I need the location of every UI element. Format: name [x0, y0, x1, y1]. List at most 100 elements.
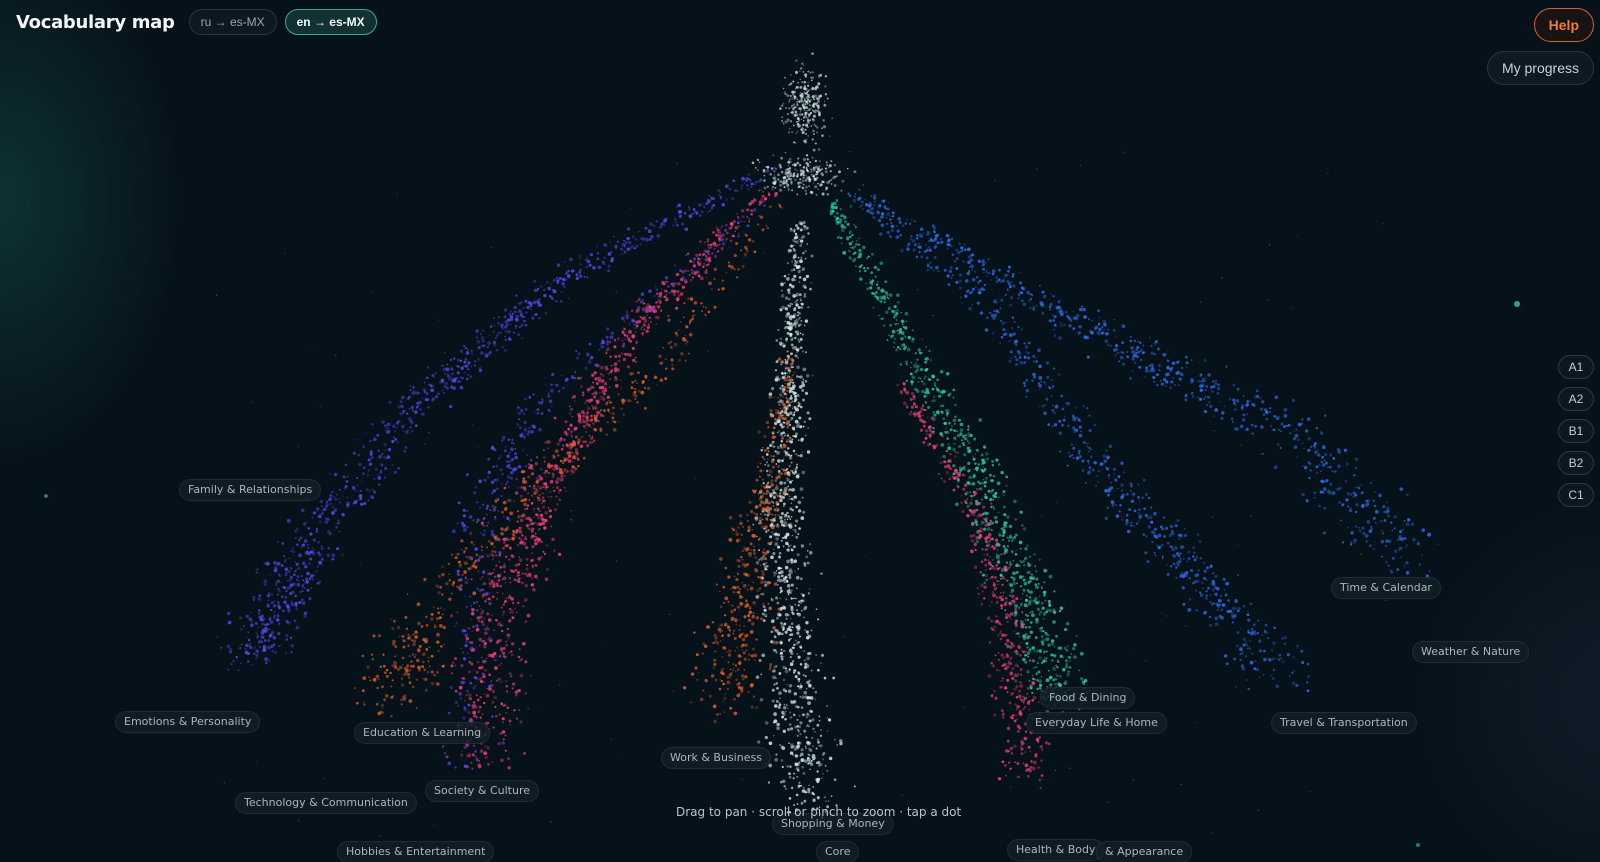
word-dot[interactable]: [450, 664, 454, 668]
word-dot[interactable]: [570, 430, 573, 433]
word-dot[interactable]: [460, 753, 464, 757]
word-dot[interactable]: [536, 456, 539, 459]
word-dot[interactable]: [534, 532, 537, 535]
word-dot[interactable]: [605, 342, 609, 346]
word-dot[interactable]: [303, 600, 305, 603]
word-dot[interactable]: [452, 529, 456, 534]
word-dot[interactable]: [808, 683, 812, 688]
word-dot[interactable]: [414, 424, 418, 428]
word-dot[interactable]: [600, 409, 602, 412]
word-dot[interactable]: [789, 765, 792, 768]
word-dot[interactable]: [459, 359, 463, 363]
word-dot[interactable]: [308, 577, 311, 581]
word-dot[interactable]: [723, 711, 726, 714]
word-dot[interactable]: [770, 205, 773, 208]
word-dot[interactable]: [899, 348, 902, 351]
word-dot[interactable]: [312, 538, 316, 542]
word-dot[interactable]: [721, 225, 723, 227]
word-dot[interactable]: [789, 507, 793, 511]
word-dot[interactable]: [680, 278, 683, 281]
word-dot[interactable]: [809, 696, 814, 700]
word-dot[interactable]: [408, 408, 411, 410]
word-dot[interactable]: [276, 618, 280, 622]
word-dot[interactable]: [630, 400, 632, 403]
word-dot[interactable]: [505, 684, 509, 688]
word-dot[interactable]: [826, 97, 829, 100]
word-dot[interactable]: [547, 507, 550, 509]
word-dot[interactable]: [421, 397, 424, 399]
word-dot[interactable]: [991, 479, 994, 482]
word-dot[interactable]: [1043, 568, 1048, 573]
word-dot[interactable]: [705, 306, 708, 309]
word-dot[interactable]: [788, 404, 792, 407]
word-dot[interactable]: [805, 92, 808, 95]
word-dot[interactable]: [623, 352, 627, 355]
word-dot[interactable]: [439, 585, 442, 589]
word-dot[interactable]: [667, 314, 670, 317]
word-dot[interactable]: [378, 454, 382, 459]
word-dot[interactable]: [783, 481, 787, 485]
word-dot[interactable]: [491, 554, 495, 558]
word-dot[interactable]: [969, 501, 973, 506]
word-dot[interactable]: [774, 596, 779, 600]
word-dot[interactable]: [734, 664, 737, 667]
word-dot[interactable]: [647, 229, 652, 234]
word-dot[interactable]: [407, 672, 411, 676]
word-dot[interactable]: [753, 490, 756, 494]
word-dot[interactable]: [782, 545, 785, 548]
word-dot[interactable]: [635, 244, 639, 248]
word-dot[interactable]: [623, 250, 627, 254]
word-dot[interactable]: [773, 508, 777, 512]
word-dot[interactable]: [737, 234, 740, 238]
word-dot[interactable]: [777, 178, 780, 181]
word-dot[interactable]: [536, 287, 540, 291]
word-dot[interactable]: [383, 442, 387, 447]
word-dot[interactable]: [889, 323, 893, 327]
word-dot[interactable]: [667, 318, 671, 322]
word-dot[interactable]: [274, 584, 278, 587]
word-dot[interactable]: [744, 548, 749, 552]
word-dot[interactable]: [267, 599, 269, 601]
word-dot[interactable]: [433, 625, 437, 629]
word-dot[interactable]: [505, 640, 508, 643]
word-dot[interactable]: [573, 457, 577, 460]
word-dot[interactable]: [639, 316, 642, 319]
word-dot[interactable]: [265, 631, 268, 633]
word-dot[interactable]: [538, 510, 541, 513]
word-dot[interactable]: [477, 710, 481, 714]
word-dot[interactable]: [816, 770, 819, 773]
word-dot[interactable]: [794, 407, 797, 410]
word-dot[interactable]: [482, 503, 485, 506]
word-dot[interactable]: [775, 537, 779, 541]
word-dot[interactable]: [586, 276, 589, 279]
word-dot[interactable]: [777, 430, 780, 433]
word-dot[interactable]: [786, 398, 791, 402]
word-dot[interactable]: [804, 391, 809, 396]
word-dot[interactable]: [691, 317, 695, 321]
word-dot[interactable]: [301, 561, 306, 566]
word-dot[interactable]: [778, 691, 782, 695]
word-dot[interactable]: [776, 601, 780, 605]
word-dot[interactable]: [780, 440, 784, 443]
word-dot[interactable]: [541, 505, 546, 509]
word-dot[interactable]: [535, 313, 538, 316]
word-dot[interactable]: [799, 332, 802, 335]
word-dot[interactable]: [538, 522, 542, 526]
word-dot[interactable]: [811, 791, 815, 795]
word-dot[interactable]: [370, 653, 374, 656]
word-dot[interactable]: [653, 295, 656, 297]
word-dot[interactable]: [501, 717, 505, 721]
word-dot[interactable]: [545, 475, 547, 478]
word-dot[interactable]: [799, 754, 802, 757]
word-dot[interactable]: [793, 274, 797, 278]
word-dot[interactable]: [540, 540, 543, 544]
word-dot[interactable]: [381, 452, 384, 455]
word-dot[interactable]: [655, 323, 658, 325]
word-dot[interactable]: [268, 574, 271, 576]
word-dot[interactable]: [799, 337, 803, 341]
word-dot[interactable]: [1048, 675, 1053, 680]
word-dot[interactable]: [712, 230, 715, 234]
word-dot[interactable]: [478, 605, 481, 607]
word-dot[interactable]: [526, 573, 530, 578]
word-dot[interactable]: [783, 521, 788, 525]
